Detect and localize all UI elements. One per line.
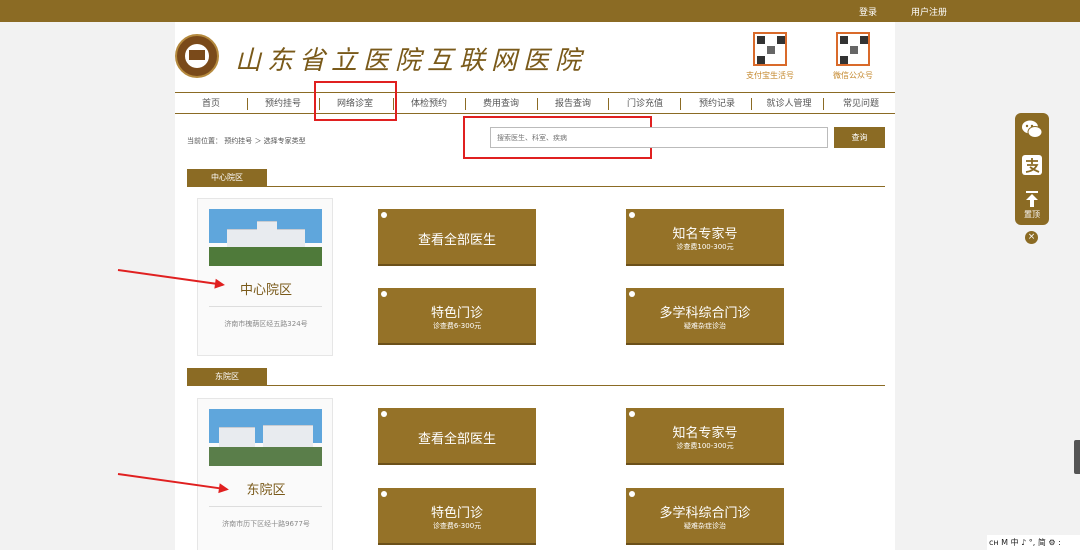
ime-status-bar[interactable]: ᴄʜ M 中 ♪ °, 简 ⚙ : <box>987 535 1080 550</box>
floating-sidebar: 置顶 <box>1015 113 1049 225</box>
register-link[interactable]: 用户注册 <box>911 5 947 18</box>
site-header: 山东省立医院互联网医院 支付宝生活号 微信公众号 <box>175 22 895 90</box>
nav-appointment[interactable]: 预约挂号 <box>255 96 311 112</box>
breadcrumb-label: 当前位置： <box>187 137 222 145</box>
tile-multidisciplinary-clinic[interactable]: 多学科综合门诊 疑难杂症诊治 <box>626 488 784 545</box>
wechat-qr-code-icon <box>836 32 870 66</box>
nav-faq[interactable]: 常见问题 <box>831 96 891 112</box>
back-to-top-icon[interactable] <box>1020 187 1044 211</box>
campus-photo <box>209 209 322 266</box>
nav-home[interactable]: 首页 <box>185 96 237 112</box>
alipay-qr-code-icon <box>753 32 787 66</box>
section-tab-central: 中心院区 <box>187 169 267 186</box>
hospital-brand-title: 山东省立医院互联网医院 <box>235 46 588 76</box>
back-to-top-label[interactable]: 置顶 <box>1015 209 1049 220</box>
campus-address: 济南市历下区经十路9677号 <box>222 520 310 528</box>
sidebar-close-icon[interactable]: × <box>1025 231 1038 244</box>
main-nav: 首页 预约挂号 网络诊室 体检预约 费用查询 报告查询 门诊充值 预约记录 就诊… <box>175 92 895 114</box>
tile-all-doctors[interactable]: 查看全部医生 <box>378 408 536 465</box>
nav-patient-management[interactable]: 就诊人管理 <box>757 96 821 112</box>
section-header-central: 中心院区 <box>187 169 885 187</box>
nav-checkup[interactable]: 体检预约 <box>399 96 459 112</box>
page-container: 山东省立医院互联网医院 支付宝生活号 微信公众号 首页 预约挂号 网络诊室 体检… <box>175 22 895 550</box>
wechat-icon[interactable] <box>1020 117 1044 141</box>
tile-famous-experts[interactable]: 知名专家号 诊查费100-300元 <box>626 209 784 266</box>
tile-famous-experts[interactable]: 知名专家号 诊查费100-300元 <box>626 408 784 465</box>
nav-report-query[interactable]: 报告查询 <box>543 96 603 112</box>
top-bar: 登录 用户注册 <box>0 0 1080 22</box>
login-link[interactable]: 登录 <box>859 5 877 18</box>
section-tab-east: 东院区 <box>187 368 267 385</box>
tile-all-doctors[interactable]: 查看全部医生 <box>378 209 536 266</box>
breadcrumb: 当前位置： 预约挂号 ＞ 选择专家类型 <box>187 136 306 146</box>
search-input[interactable] <box>490 127 828 148</box>
campus-photo <box>209 409 322 466</box>
annotation-box-nav <box>314 81 397 121</box>
hospital-logo-icon[interactable] <box>175 34 219 78</box>
tile-special-clinic[interactable]: 特色门诊 诊查费6-300元 <box>378 288 536 345</box>
tile-special-clinic[interactable]: 特色门诊 诊查费6-300元 <box>378 488 536 545</box>
campus-address: 济南市槐荫区经五路324号 <box>224 320 308 328</box>
search-button[interactable]: 查询 <box>834 127 885 148</box>
wechat-qr-label: 微信公众号 <box>833 71 873 80</box>
section-header-east: 东院区 <box>187 368 885 386</box>
breadcrumb-path[interactable]: 预约挂号 ＞ 选择专家类型 <box>224 137 305 145</box>
nav-fee-query[interactable]: 费用查询 <box>471 96 531 112</box>
campus-card-east[interactable]: 东院区 济南市历下区经十路9677号 <box>197 398 333 550</box>
alipay-qr-label: 支付宝生活号 <box>746 71 794 80</box>
nav-records[interactable]: 预约记录 <box>687 96 747 112</box>
alipay-icon[interactable] <box>1020 153 1044 177</box>
nav-recharge[interactable]: 门诊充值 <box>615 96 675 112</box>
campus-card-central[interactable]: 中心院区 济南市槐荫区经五路324号 <box>197 198 333 356</box>
tile-multidisciplinary-clinic[interactable]: 多学科综合门诊 疑难杂症诊治 <box>626 288 784 345</box>
edge-widget[interactable] <box>1074 440 1080 474</box>
